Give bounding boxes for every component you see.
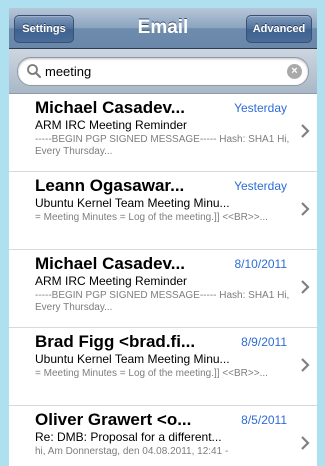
message-subject: Re: DMB: Proposal for a different... — [35, 430, 222, 444]
advanced-button[interactable]: Advanced — [246, 15, 312, 43]
clear-icon[interactable]: × — [287, 64, 302, 79]
email-app: Settings Email Advanced meeting × Michae… — [9, 8, 317, 466]
message-sender: Michael Casadev... — [35, 254, 185, 273]
search-icon — [27, 64, 41, 78]
page-title: Email — [137, 17, 189, 38]
message-preview: -----BEGIN PGP SIGNED MESSAGE----- Hash:… — [35, 134, 290, 157]
navigation-bar: Settings Email Advanced — [9, 8, 317, 49]
message-sender: Oliver Grawert <o... — [35, 410, 192, 429]
chevron-right-icon — [301, 358, 310, 372]
message-preview: = Meeting Minutes = Log of the meeting.]… — [35, 368, 268, 379]
settings-button[interactable]: Settings — [14, 15, 74, 43]
message-date: Yesterday — [234, 101, 287, 115]
message-date: 8/10/2011 — [234, 257, 288, 271]
message-preview: = Meeting Minutes = Log of the meeting.]… — [35, 212, 268, 223]
chevron-right-icon — [301, 124, 310, 138]
list-item[interactable]: Oliver Grawert <o... 8/5/2011 Re: DMB: P… — [9, 406, 317, 466]
message-preview: -----BEGIN PGP SIGNED MESSAGE----- Hash:… — [35, 290, 290, 313]
search-query: meeting — [45, 64, 92, 79]
message-subject: Ubuntu Kernel Team Meeting Minu... — [35, 352, 230, 366]
message-list: Michael Casadev... Yesterday ARM IRC Mee… — [9, 94, 317, 466]
list-item[interactable]: Brad Figg <brad.fi... 8/9/2011 Ubuntu Ke… — [9, 328, 317, 406]
chevron-right-icon — [301, 280, 310, 294]
message-sender: Brad Figg <brad.fi... — [35, 332, 196, 351]
list-item[interactable]: Michael Casadev... Yesterday ARM IRC Mee… — [9, 94, 317, 172]
message-sender: Michael Casadev... — [35, 98, 185, 117]
message-preview: hi, Am Donnerstag, den 04.08.2011, 12:41… — [35, 446, 229, 457]
message-sender: Leann Ogasawar... — [35, 176, 185, 195]
chevron-right-icon — [301, 436, 310, 450]
message-subject: Ubuntu Kernel Team Meeting Minu... — [35, 196, 230, 210]
search-bar: meeting × — [9, 49, 317, 94]
message-date: Yesterday — [234, 179, 287, 193]
message-subject: ARM IRC Meeting Reminder — [35, 274, 188, 288]
message-date: 8/5/2011 — [241, 413, 287, 427]
list-item[interactable]: Michael Casadev... 8/10/2011 ARM IRC Mee… — [9, 250, 317, 328]
message-date: 8/9/2011 — [241, 335, 287, 349]
chevron-right-icon — [301, 202, 310, 216]
search-input[interactable]: meeting × — [17, 57, 309, 86]
list-item[interactable]: Leann Ogasawar... Yesterday Ubuntu Kerne… — [9, 172, 317, 250]
message-subject: ARM IRC Meeting Reminder — [35, 118, 188, 132]
